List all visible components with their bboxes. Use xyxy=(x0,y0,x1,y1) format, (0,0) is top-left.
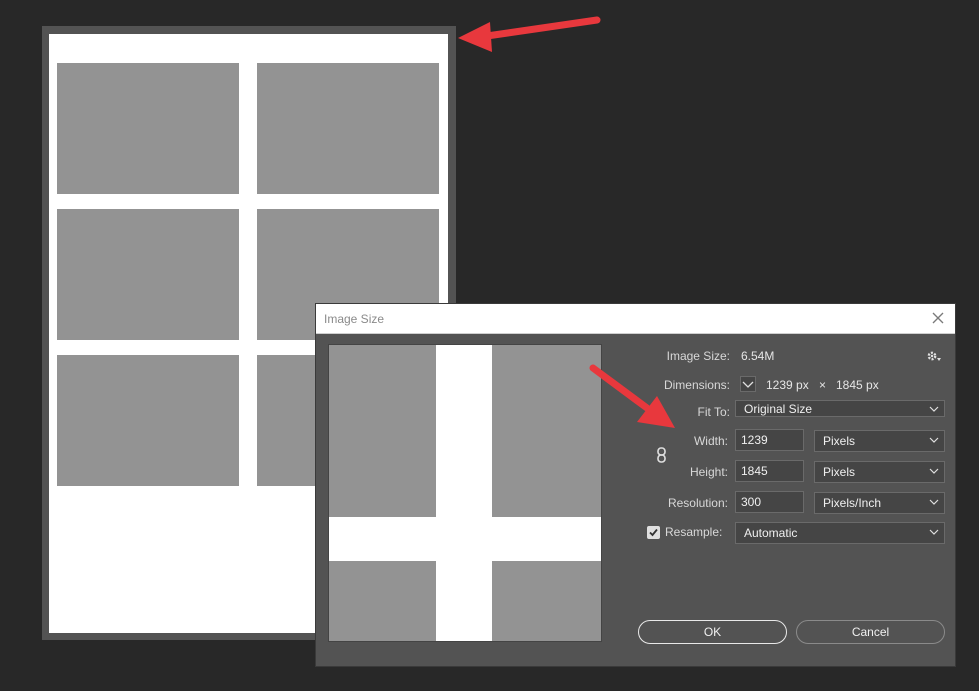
height-unit-select[interactable]: Pixels xyxy=(814,461,945,483)
width-label: Width: xyxy=(693,434,728,448)
photo-placeholder xyxy=(57,355,239,486)
dialog-titlebar[interactable]: Image Size xyxy=(316,304,955,334)
resolution-label: Resolution: xyxy=(667,496,728,510)
resample-value: Automatic xyxy=(744,526,798,540)
image-size-value: 6.54M xyxy=(741,349,775,363)
height-unit-value: Pixels xyxy=(823,465,856,479)
dimensions-width-value: 1239 px xyxy=(766,378,809,392)
red-arrow-icon xyxy=(589,364,675,428)
dimensions-times: × xyxy=(819,378,827,392)
height-label: Height: xyxy=(689,465,728,479)
cancel-button[interactable]: Cancel xyxy=(796,620,945,644)
height-input[interactable] xyxy=(735,460,804,482)
chain-link-icon[interactable] xyxy=(656,447,668,463)
preview-gap-vertical xyxy=(436,345,492,641)
photo-placeholder xyxy=(257,63,439,194)
fit-to-select[interactable]: Original Size xyxy=(735,400,945,417)
width-input[interactable] xyxy=(735,429,804,451)
photo-placeholder xyxy=(57,63,239,194)
dialog-title: Image Size xyxy=(324,312,385,326)
chevron-down-icon xyxy=(929,468,939,474)
chevron-down-icon xyxy=(929,406,939,412)
chevron-down-icon[interactable] xyxy=(740,376,756,392)
resample-label: Resample: xyxy=(665,525,723,539)
checkmark-icon xyxy=(649,528,658,537)
resolution-unit-value: Pixels/Inch xyxy=(823,496,882,510)
gear-icon[interactable] xyxy=(926,349,942,363)
resample-checkbox[interactable] xyxy=(647,526,660,539)
image-size-dialog: Image Size Image Size: 6.54M Dimensions:… xyxy=(315,303,956,667)
chevron-down-icon xyxy=(929,529,939,535)
width-unit-value: Pixels xyxy=(823,434,856,448)
ok-button[interactable]: OK xyxy=(638,620,787,644)
resolution-unit-select[interactable]: Pixels/Inch xyxy=(814,492,945,514)
fit-to-value: Original Size xyxy=(744,402,813,416)
chevron-down-icon xyxy=(929,437,939,443)
image-preview[interactable] xyxy=(328,344,602,642)
red-arrow-icon xyxy=(458,16,601,52)
close-icon[interactable] xyxy=(929,309,947,327)
dimensions-height-value: 1845 px xyxy=(836,378,879,392)
preview-gap-horizontal xyxy=(329,517,601,561)
photo-placeholder xyxy=(57,209,239,340)
resolution-input[interactable] xyxy=(735,491,804,513)
chevron-down-icon xyxy=(929,499,939,505)
resample-select[interactable]: Automatic xyxy=(735,522,945,544)
width-unit-select[interactable]: Pixels xyxy=(814,430,945,452)
